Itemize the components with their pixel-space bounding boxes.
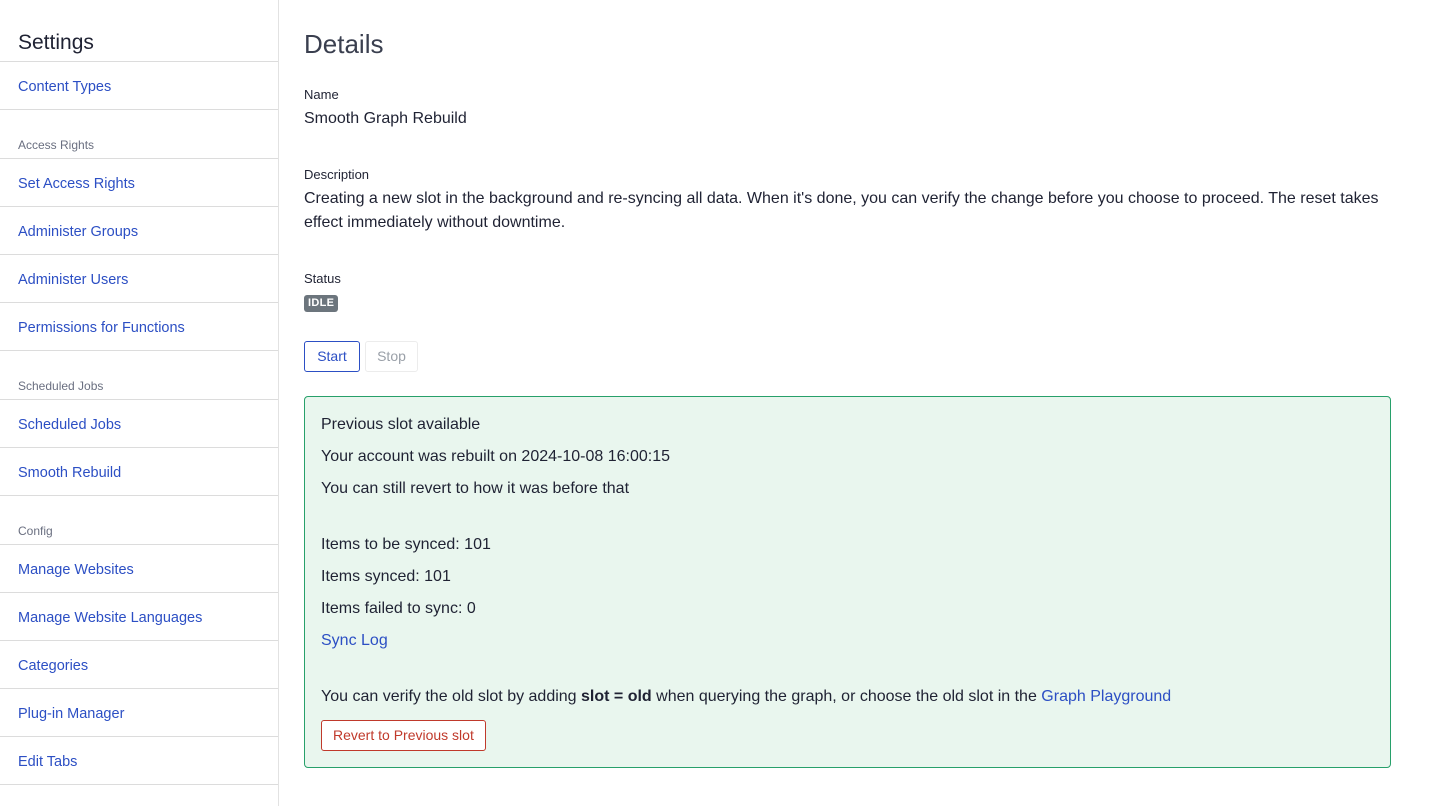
status-badge: IDLE — [304, 295, 339, 312]
start-button[interactable]: Start — [304, 341, 360, 372]
sidebar-title: Settings — [0, 0, 278, 62]
verify-code: slot = old — [581, 688, 652, 705]
sidebar-item-manage-website-languages[interactable]: Manage Website Languages — [0, 593, 278, 641]
sidebar-item-plug-in-manager[interactable]: Plug-in Manager — [0, 689, 278, 737]
rebuilt-line: Your account was rebuilt on 2024-10-08 1… — [321, 448, 670, 465]
name-value: Smooth Graph Rebuild — [304, 110, 467, 127]
items-synced: Items synced: 101 — [321, 568, 451, 585]
sidebar-item-smooth-rebuild[interactable]: Smooth Rebuild — [0, 448, 278, 496]
previous-slot-panel: Previous slot available Your account was… — [304, 396, 1391, 768]
revert-button[interactable]: Revert to Previous slot — [321, 720, 486, 751]
sidebar-section-access-rights: Access Rights — [0, 110, 278, 159]
sidebar-item-scheduled-jobs[interactable]: Scheduled Jobs — [0, 400, 278, 448]
items-to-be-synced: Items to be synced: 101 — [321, 536, 491, 553]
sidebar-item-administer-users[interactable]: Administer Users — [0, 255, 278, 303]
verify-prefix: You can verify the old slot by adding — [321, 688, 582, 705]
description-label: Description — [304, 167, 370, 182]
status-label: Status — [304, 271, 341, 286]
sidebar-item-set-access-rights[interactable]: Set Access Rights — [0, 159, 278, 207]
panel-title: Previous slot available — [321, 416, 481, 433]
sync-log-line: Sync Log — [321, 630, 388, 652]
graph-playground-link[interactable]: Graph Playground — [1041, 688, 1171, 705]
sync-log-link[interactable]: Sync Log — [321, 632, 388, 649]
sidebar-section-config: Config — [0, 496, 278, 545]
items-failed: Items failed to sync: 0 — [321, 600, 476, 617]
sidebar-item-categories[interactable]: Categories — [0, 641, 278, 689]
sidebar-item-permissions-for-functions[interactable]: Permissions for Functions — [0, 303, 278, 351]
stop-button[interactable]: Stop — [365, 341, 418, 372]
description-value: Creating a new slot in the background an… — [304, 190, 1379, 231]
page-title: Details — [304, 29, 384, 59]
sidebar-item-administer-groups[interactable]: Administer Groups — [0, 207, 278, 255]
verify-line: You can verify the old slot by adding sl… — [321, 686, 1171, 708]
sidebar-item-manage-websites[interactable]: Manage Websites — [0, 545, 278, 593]
details-main: Details Name Smooth Graph Rebuild Descri… — [304, 0, 1433, 806]
settings-sidebar: Settings Content Types Access Rights Set… — [0, 0, 279, 806]
sidebar-item-content-types[interactable]: Content Types — [0, 62, 278, 110]
name-label: Name — [304, 87, 339, 102]
revert-hint: You can still revert to how it was befor… — [321, 480, 630, 497]
verify-middle: when querying the graph, or choose the o… — [651, 688, 1042, 705]
sidebar-section-scheduled-jobs: Scheduled Jobs — [0, 351, 278, 400]
sidebar-item-edit-tabs[interactable]: Edit Tabs — [0, 737, 278, 785]
